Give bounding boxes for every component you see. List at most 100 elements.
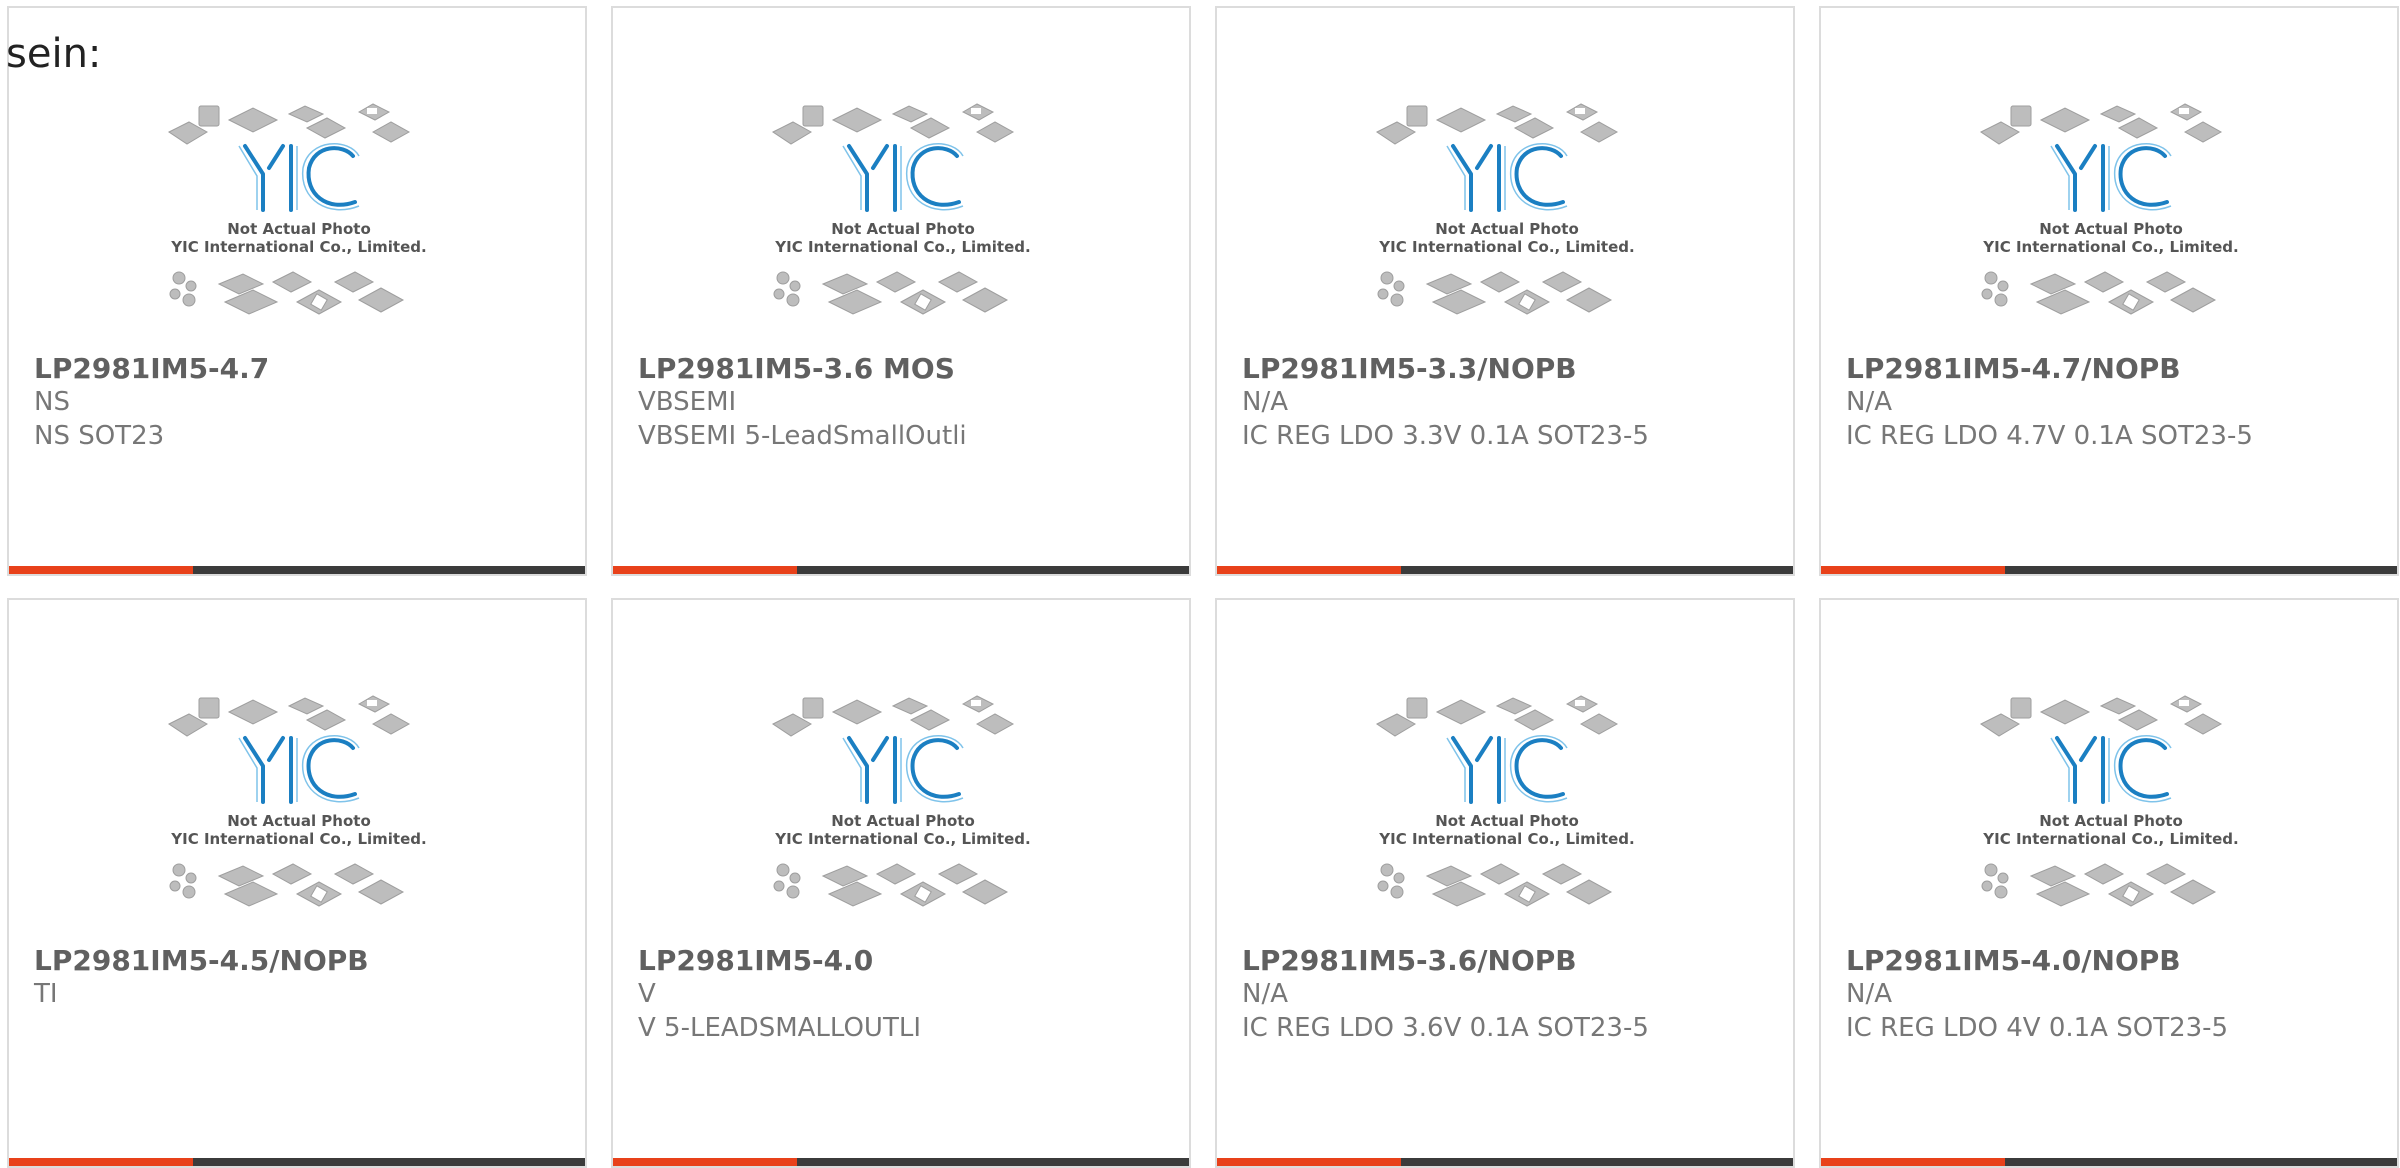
- product-manufacturer: V: [638, 979, 656, 1009]
- caption-company: YIC International Co., Limited.: [1378, 238, 1634, 256]
- product-card[interactable]: Not Actual Photo YIC International Co., …: [1819, 598, 2399, 1168]
- product-description: IC REG LDO 4.7V 0.1A SOT23-5: [1846, 421, 2253, 451]
- caption-not-actual-photo: Not Actual Photo: [2039, 812, 2183, 830]
- product-description: NS SOT23: [34, 421, 165, 451]
- chip-packages-top-icon: [168, 103, 411, 145]
- yic-logo-icon: [1451, 144, 1565, 212]
- product-manufacturer: VBSEMI: [638, 387, 737, 417]
- caption-company: YIC International Co., Limited.: [170, 830, 426, 848]
- product-placeholder-image: Not Actual Photo YIC International Co., …: [1980, 695, 2239, 907]
- yic-logo-icon: [243, 736, 357, 804]
- caption-not-actual-photo: Not Actual Photo: [831, 812, 975, 830]
- product-part-number[interactable]: LP2981IM5-4.5/NOPB: [34, 944, 369, 978]
- chip-packages-bottom-icon: [169, 863, 405, 907]
- card-bottom-bar-accent: [613, 1158, 797, 1166]
- chip-packages-bottom-icon: [169, 271, 405, 315]
- lead-text: sein:: [6, 31, 102, 77]
- yic-logo-outline-icon: [2050, 143, 2172, 211]
- product-placeholder-image: Not Actual Photo YIC International Co., …: [1980, 103, 2239, 315]
- yic-logo-icon: [2055, 736, 2169, 804]
- product-description: VBSEMI 5-LeadSmallOutli: [638, 421, 967, 451]
- product-part-number[interactable]: LP2981IM5-3.3/NOPB: [1242, 352, 1577, 386]
- product-manufacturer: N/A: [1846, 387, 1892, 417]
- product-manufacturer: N/A: [1846, 979, 1892, 1009]
- product-card[interactable]: Not Actual Photo YIC International Co., …: [1215, 598, 1795, 1168]
- caption-not-actual-photo: Not Actual Photo: [227, 812, 371, 830]
- product-part-number[interactable]: LP2981IM5-3.6/NOPB: [1242, 944, 1577, 978]
- yic-logo-outline-icon: [238, 735, 360, 803]
- yic-logo-icon: [847, 144, 961, 212]
- card-bottom-bar-accent: [1821, 566, 2005, 574]
- product-manufacturer: TI: [34, 979, 58, 1009]
- yic-logo-icon: [2055, 144, 2169, 212]
- card-bottom-bar-accent: [1821, 1158, 2005, 1166]
- chip-packages-bottom-icon: [1981, 271, 2217, 315]
- card-bottom-bar: [613, 566, 1189, 574]
- card-bottom-bar: [1217, 1158, 1793, 1166]
- caption-company: YIC International Co., Limited.: [774, 238, 1030, 256]
- card-bottom-bar: [1821, 566, 2397, 574]
- chip-packages-bottom-icon: [773, 863, 1009, 907]
- caption-company: YIC International Co., Limited.: [1378, 830, 1634, 848]
- caption-not-actual-photo: Not Actual Photo: [1435, 812, 1579, 830]
- chip-packages-bottom-icon: [1377, 271, 1613, 315]
- caption-company: YIC International Co., Limited.: [774, 830, 1030, 848]
- product-card[interactable]: Not Actual Photo YIC International Co., …: [7, 6, 587, 576]
- product-placeholder-image: Not Actual Photo YIC International Co., …: [1376, 695, 1635, 907]
- product-description: V 5-LEADSMALLOUTLI: [638, 1013, 921, 1043]
- product-placeholder-image: Not Actual Photo YIC International Co., …: [168, 695, 427, 907]
- caption-not-actual-photo: Not Actual Photo: [2039, 220, 2183, 238]
- caption-company: YIC International Co., Limited.: [1982, 830, 2238, 848]
- yic-logo-outline-icon: [238, 143, 360, 211]
- product-placeholder-image: Not Actual Photo YIC International Co., …: [168, 103, 427, 315]
- product-part-number[interactable]: LP2981IM5-4.0/NOPB: [1846, 944, 2181, 978]
- card-bottom-bar: [613, 1158, 1189, 1166]
- product-placeholder-image: Not Actual Photo YIC International Co., …: [772, 695, 1031, 907]
- product-part-number[interactable]: LP2981IM5-4.7: [34, 352, 269, 386]
- yic-logo-icon: [1451, 736, 1565, 804]
- chip-packages-top-icon: [772, 103, 1015, 145]
- caption-not-actual-photo: Not Actual Photo: [1435, 220, 1579, 238]
- card-bottom-bar-accent: [1217, 1158, 1401, 1166]
- product-card[interactable]: Not Actual Photo YIC International Co., …: [7, 598, 587, 1168]
- card-bottom-bar: [9, 566, 585, 574]
- card-bottom-bar-accent: [9, 566, 193, 574]
- yic-logo-outline-icon: [1446, 735, 1568, 803]
- product-card[interactable]: Not Actual Photo YIC International Co., …: [1819, 6, 2399, 576]
- yic-logo-icon: [847, 736, 961, 804]
- chip-packages-top-icon: [772, 695, 1015, 737]
- yic-logo-outline-icon: [842, 735, 964, 803]
- yic-logo-icon: [243, 144, 357, 212]
- chip-packages-top-icon: [1376, 103, 1619, 145]
- caption-company: YIC International Co., Limited.: [170, 238, 426, 256]
- card-bottom-bar-accent: [1217, 566, 1401, 574]
- chip-packages-bottom-icon: [1981, 863, 2217, 907]
- product-part-number[interactable]: LP2981IM5-4.0: [638, 944, 873, 978]
- card-bottom-bar: [1217, 566, 1793, 574]
- product-card[interactable]: Not Actual Photo YIC International Co., …: [611, 598, 1191, 1168]
- chip-packages-bottom-icon: [1377, 863, 1613, 907]
- yic-logo-outline-icon: [842, 143, 964, 211]
- caption-not-actual-photo: Not Actual Photo: [227, 220, 371, 238]
- product-description: IC REG LDO 3.6V 0.1A SOT23-5: [1242, 1013, 1649, 1043]
- chip-packages-bottom-icon: [773, 271, 1009, 315]
- product-placeholder-image: Not Actual Photo YIC International Co., …: [772, 103, 1031, 315]
- product-description: IC REG LDO 3.3V 0.1A SOT23-5: [1242, 421, 1649, 451]
- product-part-number[interactable]: LP2981IM5-4.7/NOPB: [1846, 352, 2181, 386]
- chip-packages-top-icon: [1980, 695, 2223, 737]
- card-bottom-bar-accent: [9, 1158, 193, 1166]
- product-card[interactable]: Not Actual Photo YIC International Co., …: [611, 6, 1191, 576]
- yic-logo-outline-icon: [2050, 735, 2172, 803]
- product-manufacturer: N/A: [1242, 387, 1288, 417]
- product-manufacturer: N/A: [1242, 979, 1288, 1009]
- product-description: IC REG LDO 4V 0.1A SOT23-5: [1846, 1013, 2229, 1043]
- chip-packages-top-icon: [1376, 695, 1619, 737]
- chip-packages-top-icon: [1980, 103, 2223, 145]
- product-part-number[interactable]: LP2981IM5-3.6 MOS: [638, 352, 955, 386]
- product-placeholder-image: Not Actual Photo YIC International Co., …: [1376, 103, 1635, 315]
- product-card[interactable]: Not Actual Photo YIC International Co., …: [1215, 6, 1795, 576]
- card-bottom-bar: [9, 1158, 585, 1166]
- product-grid: Not Actual Photo YIC International Co., …: [7, 6, 2400, 1168]
- caption-company: YIC International Co., Limited.: [1982, 238, 2238, 256]
- card-bottom-bar: [1821, 1158, 2397, 1166]
